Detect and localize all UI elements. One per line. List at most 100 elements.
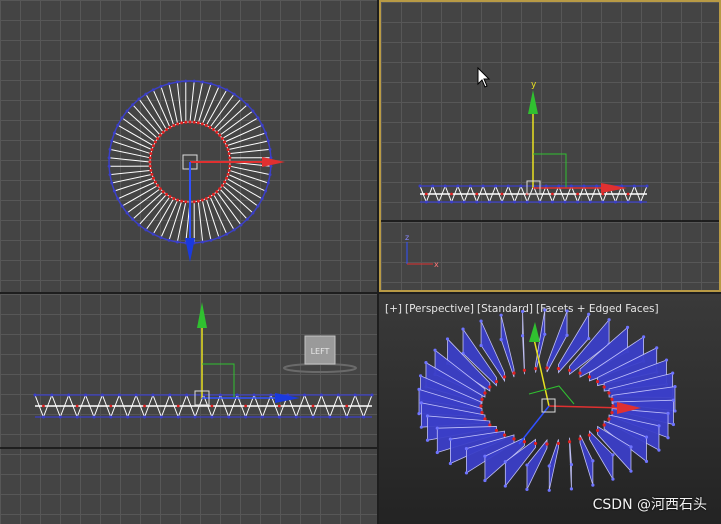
vertex: [431, 184, 435, 188]
viewport-perspective[interactable]: [+] [Perspective] [Standard] [Facets + Edge…: [379, 294, 721, 524]
inner-vertex: [556, 441, 561, 446]
inner-vertex: [180, 199, 184, 203]
inner-vertex: [204, 197, 208, 201]
outer-vertex: [112, 189, 116, 193]
outer-vertex: [419, 401, 423, 405]
outer-vertex: [112, 131, 116, 135]
blade-edge: [229, 148, 271, 155]
outer-vertex: [144, 92, 148, 96]
inner-vertex: [176, 404, 180, 408]
outer-vertex: [239, 97, 243, 101]
vertex: [336, 393, 340, 397]
inner-vertex: [488, 423, 492, 427]
viewport-top[interactable]: [0, 0, 377, 292]
inner-vertex: [212, 192, 216, 196]
inner-vertex: [204, 123, 208, 127]
inner-vertex: [277, 404, 281, 408]
outer-vertex: [232, 92, 236, 96]
outer-vertex: [167, 238, 171, 242]
outer-vertex: [644, 459, 649, 463]
inner-vertex: [533, 366, 538, 371]
inner-vertex: [545, 442, 549, 446]
outer-vertex: [417, 387, 421, 391]
blade-face: [548, 439, 559, 491]
plane-handle[interactable]: [533, 153, 567, 188]
z-axis-arrow-head[interactable]: [185, 238, 195, 262]
inner-vertex: [153, 180, 157, 184]
outer-vertex: [151, 88, 155, 92]
inner-vertex: [184, 120, 188, 124]
inner-vertex: [551, 192, 554, 196]
viewport-front[interactable]: y z x: [379, 0, 721, 292]
outer-vertex: [225, 232, 229, 236]
vertex: [176, 415, 180, 419]
blade-edge: [109, 157, 151, 163]
inner-vertex: [149, 152, 153, 156]
outer-vertex: [657, 424, 661, 428]
vertex: [244, 415, 248, 419]
viewcube[interactable]: LEFT: [283, 335, 357, 373]
outer-vertex: [565, 309, 569, 313]
x-axis-arrow-head[interactable]: [601, 183, 627, 193]
outer-vertex: [266, 139, 270, 143]
outer-vertex: [525, 463, 529, 467]
plane-handle[interactable]: [528, 385, 575, 405]
mouse-cursor-icon: [477, 67, 491, 88]
inner-vertex: [218, 133, 222, 137]
vertex: [319, 393, 323, 397]
outer-vertex: [108, 147, 112, 151]
outer-vertex: [479, 343, 483, 348]
inner-vertex: [500, 192, 504, 196]
inner-vertex: [150, 172, 154, 176]
mini-axis-x-label: x: [434, 260, 439, 269]
inner-vertex: [192, 120, 196, 124]
outer-vertex: [483, 454, 487, 458]
plane-handle[interactable]: [202, 363, 235, 398]
viewcube-face-label: LEFT: [311, 347, 330, 356]
blade-edge: [201, 199, 212, 241]
inner-vertex: [215, 190, 219, 194]
outer-vertex: [464, 447, 469, 451]
vertex: [525, 200, 529, 204]
mini-axis-z-label: z: [405, 233, 409, 242]
outer-vertex: [461, 327, 465, 331]
inner-vertex: [576, 192, 580, 196]
vertex: [67, 393, 71, 397]
vertex: [506, 184, 510, 188]
blade-face: [500, 315, 515, 378]
vertex: [632, 184, 636, 188]
inner-vertex: [578, 371, 582, 375]
inner-vertex: [220, 136, 224, 140]
vertex: [481, 184, 485, 188]
vertex: [538, 200, 542, 204]
outer-vertex: [565, 333, 569, 337]
inner-vertex: [143, 404, 146, 408]
blade-edge: [197, 83, 212, 124]
x-axis-arrow-head[interactable]: [262, 157, 285, 167]
y-axis-arrow-head[interactable]: [529, 322, 540, 342]
blade-edge: [114, 177, 154, 192]
inner-vertex: [602, 423, 606, 427]
inner-vertex: [587, 375, 592, 379]
inner-vertex: [556, 366, 561, 371]
inner-vertex: [345, 404, 349, 408]
y-axis-arrow-head[interactable]: [197, 302, 207, 328]
vertex: [168, 393, 172, 397]
vertex: [75, 415, 79, 419]
inner-vertex: [168, 195, 172, 199]
outer-vertex: [569, 487, 574, 491]
outer-vertex: [110, 181, 114, 185]
outer-vertex: [611, 477, 615, 481]
inner-vertex: [176, 122, 180, 126]
outer-vertex: [591, 459, 595, 463]
inner-vertex: [156, 136, 160, 140]
outer-vertex: [159, 236, 163, 240]
outer-vertex: [425, 414, 430, 418]
y-axis-arrow-head[interactable]: [528, 90, 538, 114]
outer-vertex: [424, 361, 428, 365]
inner-vertex: [228, 164, 232, 168]
viewport-left[interactable]: LEFT: [0, 294, 377, 524]
inner-vertex: [148, 160, 152, 164]
vertex: [550, 200, 554, 204]
outer-vertex: [107, 164, 111, 168]
